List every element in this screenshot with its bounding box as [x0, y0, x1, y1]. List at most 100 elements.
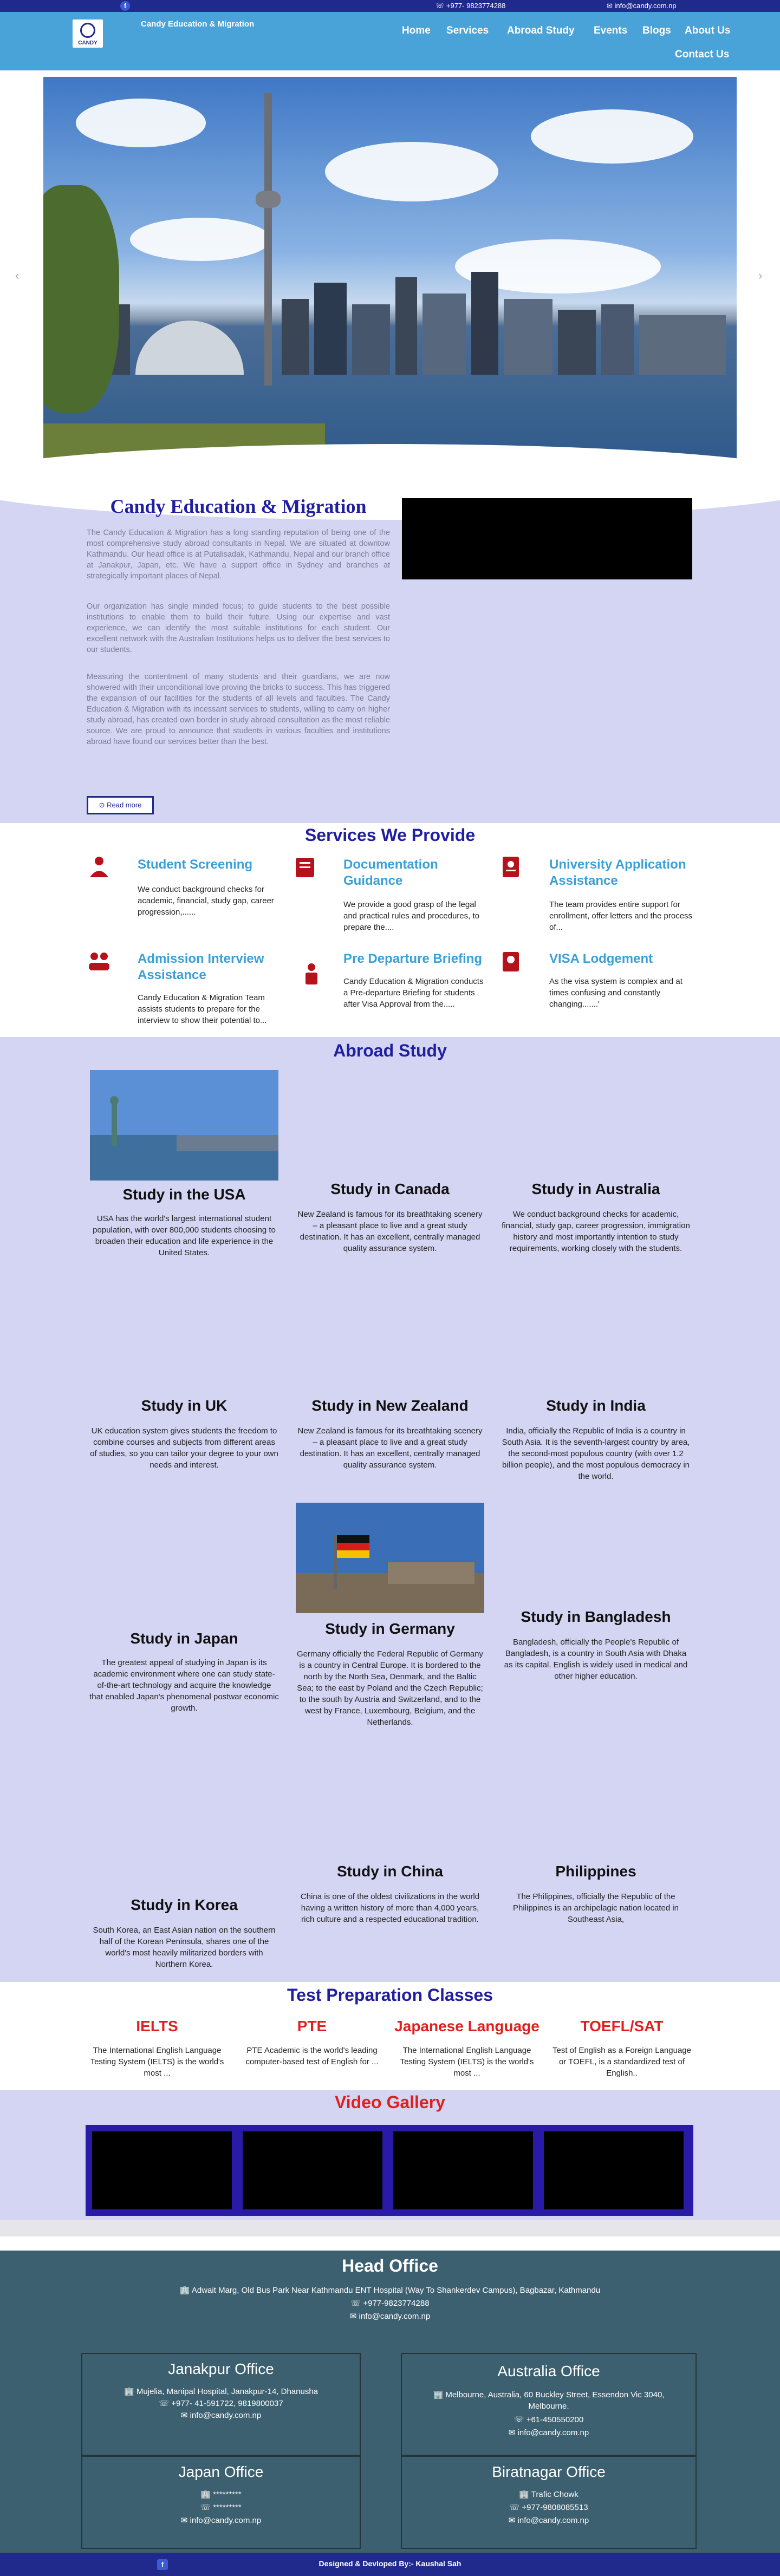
site-header: CANDY Candy Education & Migration Home S…	[0, 12, 780, 70]
country-title[interactable]: Philippines	[493, 1863, 699, 1880]
service-title[interactable]: University Application Assistance	[549, 857, 712, 889]
test-title[interactable]: Japanese Language	[386, 2018, 548, 2035]
country-title[interactable]: Study in UK	[81, 1397, 287, 1414]
country-text: We conduct background checks for academi…	[502, 1210, 690, 1253]
nav-abroad-study[interactable]: Abroad Study	[507, 25, 575, 37]
service-title[interactable]: Pre Departure Briefing	[343, 951, 495, 967]
interview-icon	[89, 953, 109, 970]
office-title: Japan Office	[178, 2463, 264, 2480]
office-card-australia: Australia Office 🏢 Melbourne, Australia,…	[401, 2353, 697, 2456]
building	[352, 304, 390, 375]
office-phone[interactable]: ☏ *********	[82, 2502, 360, 2512]
germany-image[interactable]	[296, 1503, 484, 1613]
office-card-japan: Japan Office 🏢 ********* ☏ ********* ✉ i…	[81, 2456, 361, 2549]
slider-prev-icon[interactable]: ‹	[15, 269, 19, 283]
test-text: Test of English as a Foreign Language or…	[552, 2046, 691, 2078]
test-title[interactable]: TOEFL/SAT	[541, 2018, 703, 2035]
nav-about-us[interactable]: About Us	[685, 25, 730, 37]
building	[422, 294, 466, 375]
logo-word: CANDY	[78, 40, 98, 46]
office-address: 🏢 Mujelia, Manipal Hospital, Janakpur-14…	[123, 2387, 318, 2396]
nav-blogs[interactable]: Blogs	[642, 25, 671, 37]
building	[601, 304, 634, 375]
gallery-video[interactable]	[92, 2131, 232, 2209]
office-phone[interactable]: ☏ +61-450550200	[402, 2415, 696, 2424]
service-title[interactable]: Student Screening	[138, 857, 278, 873]
country-text: Germany officially the Federal Republic …	[296, 1649, 484, 1727]
gallery-title: Video Gallery	[335, 2092, 445, 2112]
test-text: The International English Language Testi…	[90, 2046, 224, 2078]
country-text: New Zealand is famous for its breathtaki…	[297, 1210, 483, 1253]
country-text: The greatest appeal of studying in Japan…	[89, 1658, 279, 1713]
building	[471, 272, 498, 375]
test-text: PTE Academic is the world's leading comp…	[245, 2046, 379, 2066]
office-title: Australia Office	[497, 2363, 600, 2379]
office-email[interactable]: ✉ info@candy.com.np	[402, 2428, 696, 2437]
cloud	[130, 218, 271, 261]
country-text: Bangladesh, officially the People's Repu…	[504, 1638, 688, 1681]
brand-name[interactable]: Candy Education & Migration	[141, 19, 254, 29]
about-paragraph: Measuring the contentment of many studen…	[87, 673, 390, 746]
service-text: We conduct background checks for academi…	[138, 885, 274, 917]
country-text: South Korea, an East Asian nation on the…	[93, 1926, 276, 1969]
application-icon	[503, 857, 519, 877]
service-text: Candy Education & Migration Team assists…	[138, 993, 267, 1025]
about-video[interactable]	[402, 498, 692, 579]
country-title[interactable]: Study in Germany	[287, 1620, 493, 1638]
bottom-bar: f Designed & Devloped By:- Kaushal Sah	[0, 2553, 780, 2576]
gallery-video[interactable]	[544, 2131, 684, 2209]
country-title[interactable]: Study in Canada	[287, 1181, 493, 1198]
head-office-phone[interactable]: ☏ +977-9823774288	[0, 2298, 780, 2308]
office-phone[interactable]: ☏ +977- 41-591722, 9819800037	[82, 2398, 360, 2408]
facebook-icon[interactable]: f	[120, 1, 130, 11]
logo[interactable]: CANDY	[73, 19, 103, 48]
gallery-video[interactable]	[243, 2131, 382, 2209]
services-title: Services We Provide	[304, 825, 476, 845]
country-title[interactable]: Study in the USA	[81, 1186, 287, 1203]
usa-image[interactable]	[90, 1070, 278, 1181]
test-title[interactable]: IELTS	[76, 2018, 238, 2035]
office-address: 🏢 *********	[200, 2490, 242, 2499]
nav-services[interactable]: Services	[446, 25, 489, 37]
test-title[interactable]: PTE	[231, 2018, 393, 2035]
slider-next-icon[interactable]: ›	[758, 269, 762, 283]
country-title[interactable]: Study in Australia	[493, 1181, 699, 1198]
office-email[interactable]: ✉ info@candy.com.np	[402, 2515, 696, 2525]
office-email[interactable]: ✉ info@candy.com.np	[82, 2410, 360, 2420]
country-text: New Zealand is famous for its breathtaki…	[297, 1426, 483, 1470]
test-prep-title: Test Preparation Classes	[287, 1985, 493, 2005]
service-title[interactable]: Admission Interview Assistance	[138, 951, 278, 983]
service-title[interactable]: VISA Lodgement	[549, 951, 690, 967]
nav-contact-us[interactable]: Contact Us	[675, 49, 729, 61]
office-card-biratnagar: Biratnagar Office 🏢 Trafic Chowk ☏ +977-…	[401, 2456, 697, 2549]
about-title: Candy Education & Migration	[110, 495, 367, 517]
tree	[43, 185, 119, 413]
cloud	[325, 142, 498, 201]
service-text: We provide a good grasp of the legal and…	[343, 900, 479, 932]
head-office-email[interactable]: ✉ info@candy.com.np	[0, 2311, 780, 2321]
gallery-video[interactable]	[393, 2131, 533, 2209]
topbar-email[interactable]: ✉ info@candy.com.np	[607, 2, 677, 10]
read-more-button[interactable]: ⊙ Read more	[87, 796, 154, 814]
country-title[interactable]: Study in Korea	[81, 1896, 287, 1914]
country-title[interactable]: Study in India	[493, 1397, 699, 1414]
country-title[interactable]: Study in Japan	[81, 1630, 287, 1647]
country-title[interactable]: Study in Bangladesh	[493, 1608, 699, 1626]
about-paragraph: The Candy Education & Migration has a lo…	[87, 529, 390, 581]
office-phone[interactable]: ☏ +977-9808085513	[402, 2502, 696, 2512]
head-office-title: Head Office	[342, 2256, 438, 2275]
country-text: India, officially the Republic of India …	[502, 1426, 690, 1481]
student-screening-icon	[90, 857, 108, 877]
office-email[interactable]: ✉ info@candy.com.np	[82, 2515, 360, 2525]
cn-tower	[264, 93, 272, 386]
topbar-phone[interactable]: ☏ +977- 9823774288	[435, 2, 505, 10]
country-title[interactable]: Study in China	[287, 1863, 493, 1880]
service-text: The team provides entire support for enr…	[549, 900, 693, 932]
stadium	[135, 321, 244, 375]
head-office-address: 🏢 Adwait Marg, Old Bus Park Near Kathman…	[179, 2286, 601, 2295]
nav-events[interactable]: Events	[594, 25, 627, 37]
service-title[interactable]: Documentation Guidance	[343, 857, 484, 889]
country-title[interactable]: Study in New Zealand	[287, 1397, 493, 1414]
test-text: The International English Language Testi…	[400, 2046, 534, 2078]
nav-home[interactable]: Home	[402, 25, 431, 37]
